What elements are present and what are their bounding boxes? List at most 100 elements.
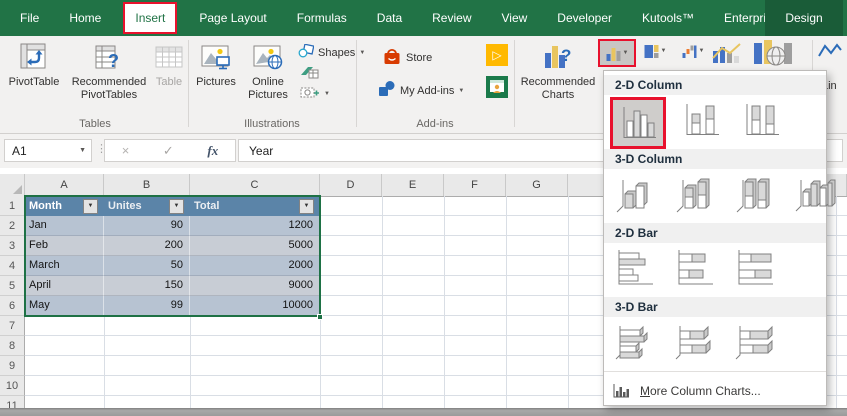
chevron-down-icon: ▼ — [359, 50, 365, 56]
insert-map-chart-button[interactable] — [752, 40, 796, 71]
cell-a1-month[interactable]: Month ▼ — [25, 196, 104, 216]
table-row[interactable]: March 50 2000 — [25, 256, 320, 276]
menu-item-clustered-bar[interactable] — [610, 245, 660, 291]
store-label: Store — [406, 52, 432, 64]
col-header-b[interactable]: B — [104, 174, 190, 196]
tab-data[interactable]: Data — [369, 2, 410, 34]
row-header-3[interactable]: 3 — [0, 236, 25, 256]
people-graph-addin-icon[interactable] — [486, 76, 508, 98]
insert-waterfall-chart-button[interactable]: ▼ — [676, 39, 710, 63]
table-row[interactable]: April 150 9000 — [25, 276, 320, 296]
menu-item-stacked-bar[interactable] — [670, 245, 720, 291]
col-header-f[interactable]: F — [444, 174, 506, 196]
row-header-8[interactable]: 8 — [0, 336, 25, 356]
menu-item-100-stacked-bar[interactable] — [730, 245, 780, 291]
section-2d-bar: 2-D Bar — [604, 223, 826, 243]
row-header-7[interactable]: 7 — [0, 316, 25, 336]
row-header-4[interactable]: 4 — [0, 256, 25, 276]
name-box[interactable]: A1 ▼ — [4, 139, 92, 162]
table-row[interactable]: Jan 90 1200 — [25, 216, 320, 236]
tab-kutools[interactable]: Kutools™ — [634, 2, 702, 34]
row-header-9[interactable]: 9 — [0, 356, 25, 376]
clustered-column-icon — [616, 103, 660, 143]
stacked-bar-icon — [673, 248, 717, 288]
group-separator — [514, 40, 515, 127]
row-header-10[interactable]: 10 — [0, 376, 25, 396]
tab-insert-annotated[interactable]: Insert — [123, 2, 177, 34]
pivottable-button[interactable]: PivotTable — [2, 40, 66, 116]
menu-item-3d-clustered-bar[interactable] — [610, 319, 660, 365]
menu-item-3d-stacked-column[interactable] — [670, 171, 720, 217]
insert-column-chart-button-annotated[interactable]: ▼ — [598, 39, 636, 67]
recommended-charts-button[interactable]: ? Recommended Charts — [518, 40, 598, 116]
tab-home[interactable]: Home — [61, 2, 109, 34]
shapes-icon — [298, 44, 314, 61]
bing-maps-addin-icon[interactable]: ▷ — [486, 44, 508, 66]
col-header-a[interactable]: A — [25, 174, 104, 196]
recommended-pivottables-button[interactable]: ? Recommended PivotTables — [66, 40, 152, 116]
menu-item-3d-stacked-bar[interactable] — [670, 319, 720, 365]
row-header-6[interactable]: 6 — [0, 296, 25, 316]
col-header-e[interactable]: E — [382, 174, 444, 196]
3d-clustered-bar-icon — [613, 322, 657, 362]
chevron-down-icon: ▼ — [699, 48, 705, 54]
filter-dropdown-icon[interactable]: ▼ — [169, 199, 184, 214]
line-sparkline-icon — [818, 42, 842, 60]
tab-design-contextual[interactable]: Design — [765, 0, 843, 36]
map-chart-icon — [752, 40, 796, 66]
smartart-button[interactable] — [300, 64, 320, 83]
table-button[interactable]: Table — [150, 40, 188, 116]
column-chart-icon — [606, 46, 621, 61]
online-pictures-button[interactable]: Online Pictures — [242, 40, 294, 116]
menu-item-3d-100-stacked-column[interactable] — [730, 171, 780, 217]
table-label: Table — [156, 76, 182, 89]
pictures-button[interactable]: Pictures — [192, 40, 240, 116]
cancel-icon[interactable]: × — [122, 143, 130, 158]
menu-item-stacked-column[interactable] — [676, 97, 726, 143]
tab-developer[interactable]: Developer — [549, 2, 620, 34]
tab-review[interactable]: Review — [424, 2, 479, 34]
filter-dropdown-icon[interactable]: ▼ — [83, 199, 98, 214]
pictures-icon — [201, 40, 231, 74]
menu-item-3d-clustered-column[interactable] — [610, 171, 660, 217]
tab-view[interactable]: View — [494, 2, 536, 34]
select-all-corner[interactable] — [0, 174, 25, 196]
enter-icon[interactable]: ✓ — [163, 143, 174, 159]
cell-c1-total[interactable]: Total ▼ — [190, 196, 320, 216]
cell-b1-unites[interactable]: Unites ▼ — [104, 196, 190, 216]
more-column-charts-item[interactable]: More Column Charts... — [604, 377, 826, 405]
menu-item-100-stacked-column[interactable] — [736, 97, 786, 143]
menu-item-3d-100-stacked-bar[interactable] — [730, 319, 780, 365]
formula-content: Year — [249, 144, 273, 158]
insert-hierarchy-chart-button[interactable]: ▼ — [638, 39, 672, 63]
screenshot-button[interactable]: ▼ — [300, 84, 330, 103]
gridline — [444, 196, 445, 408]
tab-page-layout[interactable]: Page Layout — [191, 2, 274, 34]
menu-item-3d-column[interactable] — [790, 171, 840, 217]
menu-item-clustered-column-annotated[interactable] — [610, 97, 666, 149]
insert-combo-chart-button[interactable] — [712, 42, 742, 69]
col-header-c[interactable]: C — [190, 174, 320, 196]
fill-handle[interactable] — [317, 314, 323, 320]
illustrations-group-label: Illustrations — [212, 118, 332, 130]
tab-formulas[interactable]: Formulas — [289, 2, 355, 34]
bottom-scrollbar[interactable] — [0, 408, 847, 416]
filter-dropdown-icon[interactable]: ▼ — [299, 199, 314, 214]
clustered-bar-icon — [613, 248, 657, 288]
sparkline-line-button[interactable] — [818, 42, 842, 65]
table-row[interactable]: May 99 10000 — [25, 296, 320, 316]
store-button[interactable]: Store — [382, 46, 432, 69]
row-header-2[interactable]: 2 — [0, 216, 25, 236]
col-header-g[interactable]: G — [506, 174, 568, 196]
tab-file[interactable]: File — [12, 2, 47, 34]
100-stacked-column-icon — [739, 100, 783, 140]
insert-function-icon[interactable]: fx — [207, 143, 218, 159]
row-header-1[interactable]: 1 — [0, 196, 25, 216]
row-header-5[interactable]: 5 — [0, 276, 25, 296]
gridline — [568, 196, 569, 408]
gridline — [382, 196, 383, 408]
my-addins-button[interactable]: My Add-ins ▼ — [378, 80, 464, 101]
col-header-d[interactable]: D — [320, 174, 382, 196]
table-row[interactable]: Feb 200 5000 — [25, 236, 320, 256]
tables-group-label: Tables — [40, 118, 150, 130]
